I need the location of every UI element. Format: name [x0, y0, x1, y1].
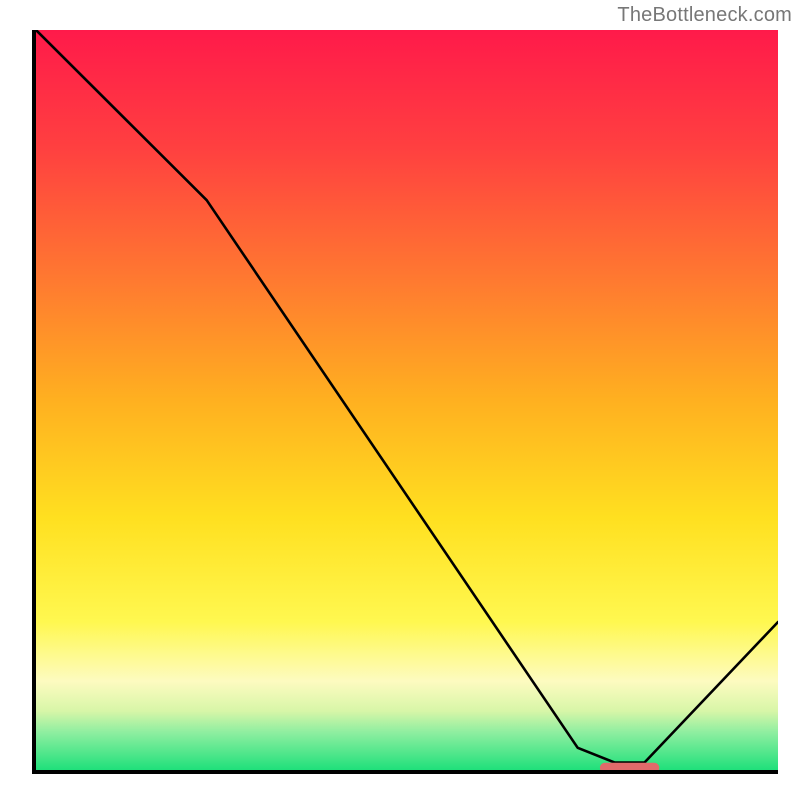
watermark-label: TheBottleneck.com [617, 4, 792, 27]
optimal-marker [600, 763, 659, 770]
chart-svg [36, 30, 778, 770]
plot-area [32, 30, 778, 774]
bottleneck-curve [36, 30, 778, 763]
